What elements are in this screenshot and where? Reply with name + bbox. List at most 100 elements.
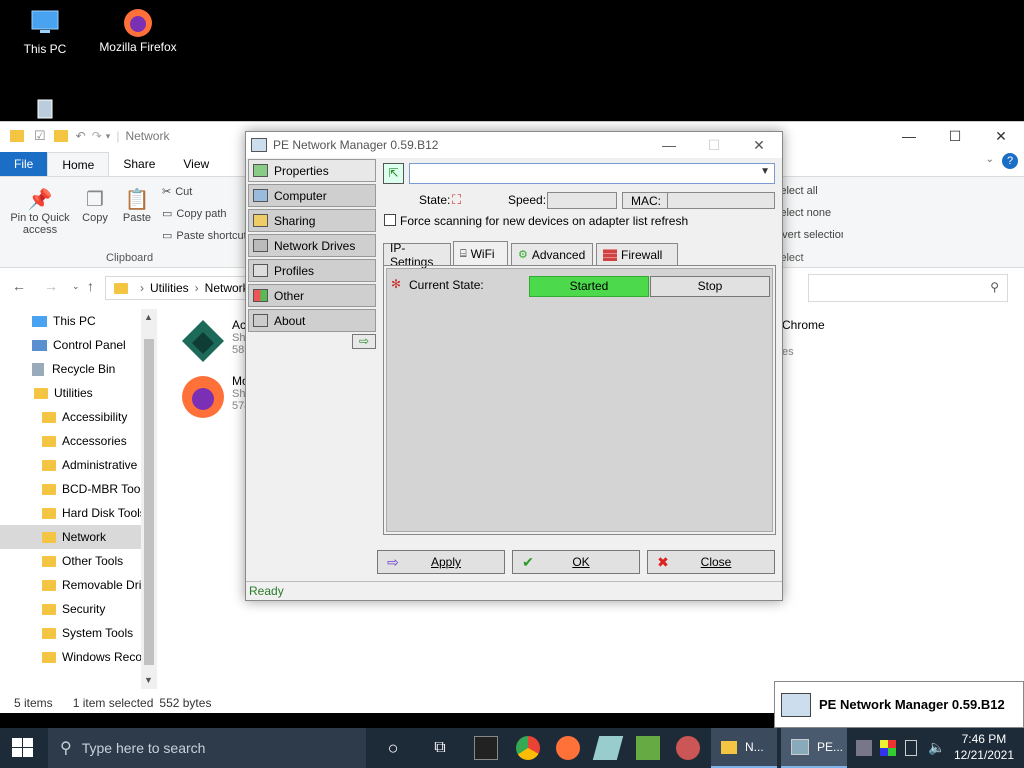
undo-icon[interactable]: ↶ [76,129,86,143]
nav-item-other-tools[interactable]: Other Tools [0,549,141,573]
invert-selection-button[interactable]: Invert selection [773,229,843,241]
notepad-icon[interactable] [636,736,660,760]
tab-wifi[interactable]: ⌸ WiFi [453,241,508,266]
scrollbar-thumb[interactable] [144,339,154,665]
nav-item-accessories[interactable]: Accessories [0,429,141,453]
stop-button[interactable]: Stop [650,276,770,297]
pin-quick-access-button[interactable]: 📌 Pin to Quick access [6,187,74,236]
folder-icon [42,531,56,543]
taskbar-search-input[interactable]: ⚲ Type here to search [48,728,366,768]
desktop-icon-this-pc[interactable]: This PC [0,8,90,56]
nav-item-network[interactable]: Network [0,525,141,549]
taskbar-app-pe-network[interactable]: PE... [781,728,847,768]
nav-item-hard-disk-tools[interactable]: Hard Disk Tools [0,501,141,525]
nav-item-this-pc[interactable]: This PC [0,309,141,333]
volume-muted-icon[interactable]: 🔈 [928,739,946,757]
maximize-button[interactable]: ☐ [691,132,737,158]
nav-item-utilities[interactable]: Utilities [0,381,141,405]
tab-share[interactable]: Share [109,152,169,176]
sidebar-item-profiles[interactable]: Profiles [248,259,376,282]
task-view-icon[interactable]: ⧉ [428,736,452,760]
tab-firewall[interactable]: Firewall [596,243,678,265]
terminal-icon[interactable] [474,736,498,760]
taskbar-app-explorer[interactable]: N... [711,728,777,768]
cortana-icon[interactable]: ○ [381,736,405,760]
tab-ip-settings[interactable]: IP-Settings [383,241,451,269]
refresh-adapters-icon[interactable]: ⇱ [383,163,404,184]
tab-home[interactable]: Home [47,152,110,176]
minimize-button[interactable]: — [646,132,692,158]
select-all-button[interactable]: Select all [773,185,843,197]
scroll-down-icon[interactable]: ▼ [144,675,153,685]
paint-icon[interactable] [676,736,700,760]
paste-button[interactable]: 📋 Paste [118,187,156,224]
minimize-button[interactable]: — [886,122,932,150]
nav-item-administrative[interactable]: Administrative [0,453,141,477]
breadcrumb-utilities[interactable]: Utilities [150,281,189,295]
sidebar-item-properties[interactable]: Properties [248,159,376,182]
paste-shortcut-button[interactable]: ▭ Paste shortcut [162,229,246,243]
file-item-acronis[interactable] [180,318,226,367]
sidebar-item-other[interactable]: Other [248,284,376,307]
tab-advanced[interactable]: ⚙ Advanced [511,243,593,265]
nav-item-removable-drives[interactable]: Removable Dri [0,573,141,597]
file-item-firefox[interactable] [180,374,226,423]
search-input[interactable]: ⚲ [808,274,1008,302]
help-icon[interactable]: ? [1002,153,1018,169]
firefox-icon[interactable] [556,736,580,760]
app-icon[interactable] [592,736,624,760]
close-button[interactable]: ✕ [978,122,1024,150]
cut-button[interactable]: ✂ Cut [162,185,192,199]
nav-item-accessibility[interactable]: Accessibility [0,405,141,429]
nav-item-system-tools[interactable]: System Tools [0,621,141,645]
nav-item-recycle-bin[interactable]: Recycle Bin [0,357,141,381]
adapter-select[interactable]: ▼ [409,163,775,184]
tab-view[interactable]: View [169,152,223,176]
close-dialog-button[interactable]: ✖ Close [647,550,775,574]
tray-network-manager-icon[interactable] [856,740,872,756]
address-bar[interactable]: › Utilities › Network [105,276,250,300]
new-folder-icon[interactable] [53,130,68,142]
chrome-icon[interactable] [516,736,540,760]
ok-button[interactable]: ✔ OK [512,550,640,574]
file-item-chrome[interactable]: Chrome es [782,318,825,358]
nav-scrollbar[interactable]: ▲ ▼ [141,309,157,689]
tab-file[interactable]: File [0,152,48,176]
sidebar-item-computer[interactable]: Computer [248,184,376,207]
back-icon[interactable]: ← [12,278,26,294]
properties-icon[interactable]: ☑ [34,128,46,144]
forward-icon[interactable]: → [44,278,58,294]
taskbar-clock[interactable]: 7:46 PM 12/21/2021 [954,731,1014,763]
copy-path-button[interactable]: ▭ Copy path [162,207,227,221]
redo-icon[interactable]: ↷ [92,129,102,143]
sidebar-item-about[interactable]: About [248,309,376,332]
force-scan-checkbox[interactable] [384,214,396,226]
nav-item-security[interactable]: Security [0,597,141,621]
control-panel-icon [32,339,47,351]
scroll-up-icon[interactable]: ▲ [144,312,153,322]
up-icon[interactable]: ↑ [87,278,94,294]
copy-button[interactable]: ❐ Copy [78,187,112,224]
close-button[interactable]: ✕ [736,132,782,158]
recent-locations-icon[interactable]: ⌄ [72,281,80,292]
windows-start-icon[interactable] [12,738,34,758]
maximize-button[interactable]: ☐ [932,122,978,150]
tray-color-icon[interactable] [880,740,896,756]
ribbon-expand-icon[interactable]: ⌄ [986,154,994,165]
nav-item-control-panel[interactable]: Control Panel [0,333,141,357]
breadcrumb-network[interactable]: Network [205,281,249,295]
speed-field [547,192,617,209]
desktop-icon-firefox[interactable]: Mozilla Firefox [93,6,183,54]
sidebar-item-sharing[interactable]: Sharing [248,209,376,232]
nav-item-windows-recovery[interactable]: Windows Reco [0,645,141,669]
tray-usb-icon[interactable] [905,740,917,756]
sidebar-item-network-drives[interactable]: Network Drives [248,234,376,257]
folder-icon [42,411,56,423]
folder-icon [10,130,24,142]
apply-button[interactable]: ⇨ Apply [377,550,505,574]
collapse-sidebar-arrow-icon[interactable]: ⇨ [352,334,376,349]
select-none-button[interactable]: Select none [773,207,843,219]
customize-toolbar-icon[interactable]: ▾ [106,131,111,142]
nav-item-bcd-mbr-tool[interactable]: BCD-MBR Tool [0,477,141,501]
recycle-bin-icon[interactable] [33,96,57,120]
